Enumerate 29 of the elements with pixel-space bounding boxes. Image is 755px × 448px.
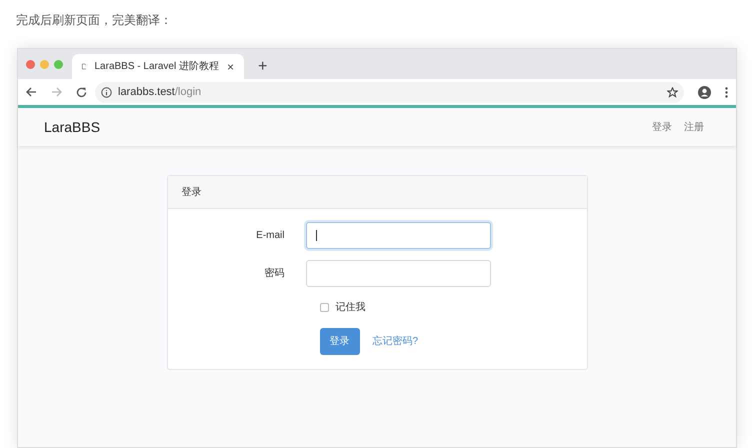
document-icon	[82, 61, 86, 72]
minimize-window-icon[interactable]	[40, 60, 49, 68]
field-label: E-mail	[256, 229, 284, 243]
address-bar[interactable]: larabbs.test/login	[95, 82, 684, 102]
caption: 完成后刷新页面，完美翻译：	[16, 13, 172, 27]
maximize-window-icon[interactable]	[54, 60, 63, 68]
checkbox[interactable]	[320, 303, 328, 312]
card-title: 登录	[182, 186, 202, 200]
back-icon[interactable]	[26, 87, 37, 97]
checkbox-label: 记住我	[336, 300, 366, 315]
info-icon[interactable]	[101, 86, 112, 98]
reload-icon[interactable]	[76, 86, 87, 98]
new-tab-button[interactable]: +	[258, 59, 268, 75]
brand-link[interactable]: LaraBBS	[44, 116, 100, 138]
close-tab-button[interactable]: ×	[226, 60, 234, 72]
input-field[interactable]	[306, 260, 490, 287]
forward-icon[interactable]	[51, 87, 62, 97]
url-host: larabbs.test	[118, 86, 175, 98]
star-icon[interactable]	[667, 86, 678, 98]
nav-link[interactable]: 登录	[652, 120, 672, 134]
account-icon[interactable]	[698, 86, 711, 98]
menu-icon[interactable]	[725, 86, 728, 98]
url-path: /login	[174, 86, 202, 98]
browser-tab[interactable]: LaraBBS - Laravel 进阶教程 ×	[72, 54, 244, 79]
field-label: 密码	[264, 266, 284, 281]
nav-link[interactable]: 注册	[684, 120, 704, 134]
close-window-icon[interactable]	[26, 60, 35, 68]
tab-title: LaraBBS - Laravel 进阶教程	[94, 60, 219, 74]
input-field[interactable]	[306, 222, 490, 249]
